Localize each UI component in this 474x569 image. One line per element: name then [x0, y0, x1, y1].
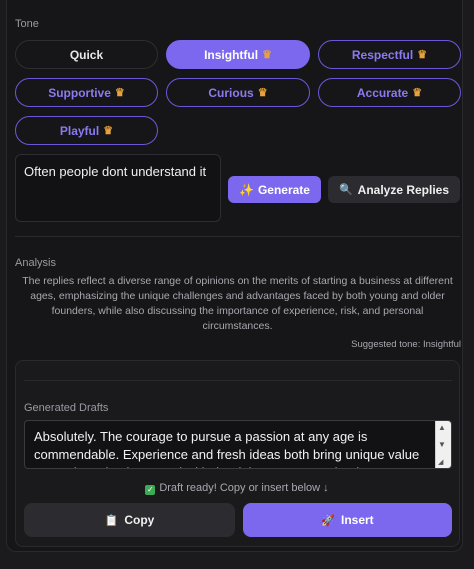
crown-icon: ♛ [262, 49, 272, 61]
tone-option-label: Insightful [204, 47, 259, 62]
copy-label: Copy [124, 513, 155, 527]
tone-option-insightful[interactable]: Insightful ♛ [166, 40, 310, 69]
tone-option-quick[interactable]: Quick [15, 40, 158, 69]
tone-option-label: Playful [59, 123, 100, 138]
draft-status: ✓ Draft ready! Copy or insert below ↓ [0, 482, 474, 495]
draft-text: Absolutely. The courage to pursue a pass… [34, 429, 428, 468]
tone-option-curious[interactable]: Curious ♛ [166, 78, 310, 107]
crown-icon: ♛ [103, 125, 114, 137]
crown-icon: ♛ [257, 87, 268, 99]
tone-option-label: Curious [208, 85, 254, 100]
tone-label: Tone [15, 18, 39, 30]
sparkles-icon: ✨ [239, 182, 254, 197]
analysis-label: Analysis [15, 257, 56, 269]
tone-option-supportive[interactable]: Supportive ♛ [15, 78, 158, 107]
crown-icon: ♛ [412, 87, 423, 99]
tone-option-label: Respectful [351, 47, 414, 62]
rocket-icon: 🚀 [321, 514, 335, 527]
drafts-divider [24, 380, 452, 381]
scroll-up-icon[interactable]: ▲ [438, 423, 446, 432]
crown-icon: ♛ [114, 87, 125, 99]
analysis-text: The replies reflect a diverse range of o… [22, 275, 453, 332]
scroll-down-icon[interactable]: ▼ [438, 440, 446, 449]
generate-label: Generate [257, 182, 310, 197]
insert-label: Insert [341, 513, 374, 527]
insert-button[interactable]: 🚀 Insert [243, 503, 452, 537]
resize-handle-icon[interactable]: ◢ [438, 458, 443, 466]
suggested-tone: Suggested tone: Insightful [351, 339, 461, 350]
magnifier-icon: 🔍 [338, 184, 353, 196]
divider [15, 236, 460, 237]
draft-status-text: Draft ready! Copy or insert below ↓ [159, 482, 329, 494]
tone-option-accurate[interactable]: Accurate ♛ [318, 78, 461, 107]
clipboard-icon: 📋 [104, 514, 119, 527]
reply-input-value: Often people dont understand it [24, 164, 207, 179]
tone-option-playful[interactable]: Playful ♛ [15, 116, 158, 145]
generate-button[interactable]: ✨ Generate [228, 176, 321, 203]
tone-option-respectful[interactable]: Respectful ♛ [318, 40, 461, 69]
analyze-replies-button[interactable]: 🔍 Analyze Replies [328, 176, 460, 203]
tone-option-label: Accurate [356, 85, 409, 100]
scrollbar[interactable]: ▲ ▼ ◢ [435, 421, 451, 468]
analyze-label: Analyze Replies [357, 182, 450, 197]
crown-icon: ♛ [417, 49, 428, 61]
copy-button[interactable]: 📋 Copy [24, 503, 235, 537]
reply-input[interactable]: Often people dont understand it [15, 154, 221, 222]
tone-option-label: Quick [69, 47, 104, 62]
drafts-label: Generated Drafts [24, 402, 109, 414]
draft-textarea[interactable]: Absolutely. The courage to pursue a pass… [24, 420, 452, 469]
tone-option-label: Supportive [48, 85, 111, 100]
check-icon: ✓ [145, 485, 156, 495]
